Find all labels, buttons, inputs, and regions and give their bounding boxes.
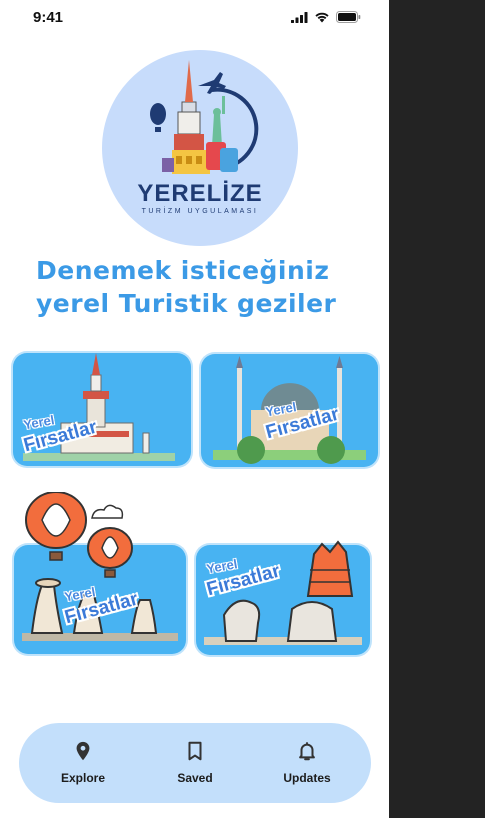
bottom-nav: Explore Saved Updates — [19, 723, 371, 803]
status-time: 9:41 — [33, 9, 64, 26]
card-label: Yerel Fırsatlar — [21, 411, 99, 456]
nav-label-saved: Saved — [177, 771, 213, 785]
headline-line-2: yerel Turistik geziler — [36, 289, 337, 318]
headline: Denemek isticeğiniz yerel Turistik gezil… — [36, 254, 376, 320]
nav-label-explore: Explore — [60, 771, 105, 785]
map-pin-icon — [76, 741, 90, 761]
card-maiden-tower[interactable]: Yerel Fırsatlar — [13, 353, 191, 466]
status-icons — [291, 11, 361, 23]
bookmark-icon — [188, 741, 202, 761]
nav-item-explore[interactable]: Explore — [28, 723, 138, 803]
card-label: Yerel Fırsatlar — [263, 398, 341, 443]
nav-item-saved[interactable]: Saved — [140, 723, 250, 803]
card-label: Yerel Fırsatlar — [204, 555, 282, 600]
landmarks-illustration — [150, 60, 259, 174]
phone-screen: 9:41 YERELİZE TURİZM UYGULAMASI Denemek … — [0, 0, 389, 818]
nav-label-updates: Updates — [283, 771, 331, 785]
card-label: Yerel Fırsatlar — [62, 583, 140, 628]
status-bar: 9:41 — [0, 0, 389, 38]
bell-icon — [299, 742, 315, 761]
app-logo: YERELİZE TURİZM UYGULAMASI — [102, 50, 298, 246]
card-hagia-sophia[interactable]: Yerel Fırsatlar — [201, 354, 378, 467]
side-panel — [389, 0, 485, 818]
hot-air-balloons-illustration — [25, 492, 133, 578]
headline-line-1: Denemek isticeğiniz — [36, 256, 330, 285]
logo-subtitle: TURİZM UYGULAMASI — [141, 208, 259, 215]
logo-title: YERELİZE — [137, 180, 263, 207]
signal-icon — [291, 11, 308, 23]
nav-item-updates[interactable]: Updates — [252, 723, 362, 803]
battery-icon — [336, 11, 361, 23]
nemrut-hat-illustration — [306, 540, 354, 597]
wifi-icon — [315, 12, 329, 23]
